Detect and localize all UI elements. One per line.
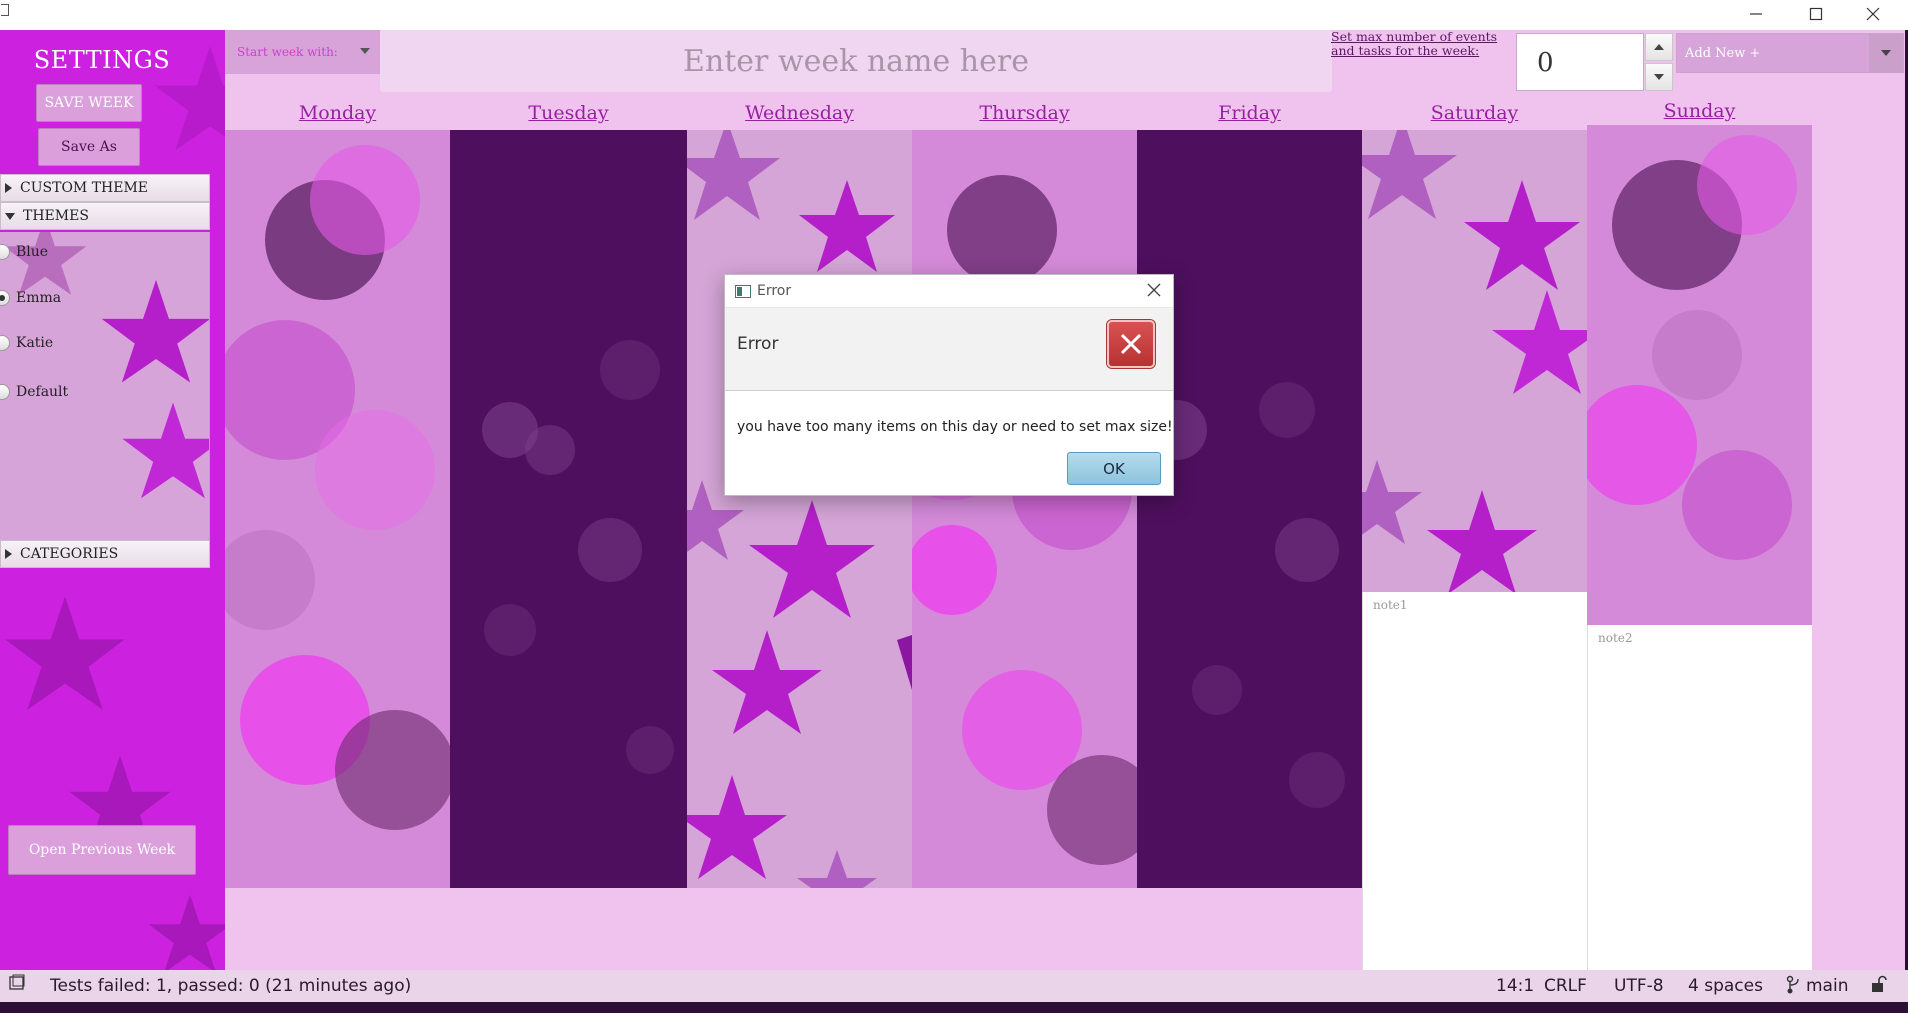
themes-label: THEMES (23, 208, 89, 224)
star-decoration (148, 894, 225, 970)
themes-section[interactable]: THEMES (0, 202, 210, 230)
dialog-header: Error (725, 307, 1173, 391)
dropdown-arrow-icon[interactable] (1869, 34, 1903, 72)
git-branch-icon (1786, 975, 1804, 1000)
max-items-label: Set max number of events and tasks for t… (1331, 29, 1498, 58)
radio-button[interactable] (0, 244, 10, 260)
dialog-header-text: Error (737, 334, 779, 354)
settings-sidebar: SETTINGS SAVE WEEK Save As CUSTOM THEME … (0, 30, 225, 970)
theme-option-label: Default (16, 384, 69, 400)
themes-panel: Blue Emma Katie Default (0, 232, 210, 546)
bokeh-background (1147, 382, 1345, 808)
day-label-sunday[interactable]: Sunday (1587, 100, 1812, 122)
cursor-position[interactable]: 14:1 (1496, 976, 1534, 996)
file-encoding[interactable]: UTF-8 (1614, 976, 1664, 996)
app-icon (1, 4, 9, 16)
radio-button[interactable] (0, 384, 10, 400)
stars-background (687, 130, 912, 888)
paint-splatter-background (1587, 135, 1797, 560)
custom-theme-label: CUSTOM THEME (20, 180, 149, 196)
test-results-status[interactable]: Tests failed: 1, passed: 0 (21 minutes a… (50, 976, 411, 996)
chevron-right-icon (5, 183, 12, 193)
paint-splatter-background (912, 175, 1137, 865)
spinner-down-icon[interactable] (1645, 63, 1673, 91)
day-column-monday[interactable] (225, 130, 450, 888)
save-week-button[interactable]: SAVE WEEK (36, 84, 142, 122)
chevron-right-icon (5, 549, 12, 559)
stars-background (1362, 130, 1587, 592)
error-icon (1107, 320, 1155, 368)
error-dialog: Error Error you have too many items on t… (724, 274, 1174, 496)
indent-setting[interactable]: 4 spaces (1688, 976, 1763, 996)
day-label-thursday[interactable]: Thursday (912, 102, 1137, 124)
week-name-input[interactable] (380, 30, 1332, 92)
bokeh-background (482, 340, 674, 774)
day-column-friday[interactable] (1137, 130, 1362, 888)
custom-theme-section[interactable]: CUSTOM THEME (0, 174, 210, 202)
categories-section[interactable]: CATEGORIES (0, 540, 210, 568)
maximize-icon[interactable] (1788, 0, 1844, 28)
dialog-title: Error (757, 283, 792, 299)
spinner-up-icon[interactable] (1645, 33, 1673, 61)
line-ending[interactable]: CRLF (1544, 976, 1587, 996)
star-decoration (122, 402, 209, 499)
lock-icon[interactable] (1870, 975, 1888, 998)
start-week-label: Start week with: (237, 45, 338, 59)
add-new-label: Add New + (1685, 46, 1761, 61)
planner-app: SETTINGS SAVE WEEK Save As CUSTOM THEME … (0, 30, 1905, 970)
ide-status-bar: Tests failed: 1, passed: 0 (21 minutes a… (0, 970, 1908, 1002)
theme-option-katie[interactable]: Katie (0, 335, 53, 351)
theme-option-label: Blue (16, 244, 49, 260)
open-previous-week-button[interactable]: Open Previous Week (8, 825, 196, 875)
day-label-friday[interactable]: Friday (1137, 102, 1362, 124)
minimize-icon[interactable] (1728, 0, 1784, 28)
window-icon (735, 284, 751, 298)
theme-option-emma[interactable]: Emma (0, 290, 61, 306)
save-as-button[interactable]: Save As (38, 128, 140, 166)
add-new-dropdown[interactable]: Add New + (1676, 33, 1904, 73)
theme-option-default[interactable]: Default (0, 384, 68, 400)
day-column-thursday[interactable] (912, 130, 1137, 888)
panel-toggle-icon[interactable] (8, 974, 26, 997)
close-icon[interactable] (1845, 0, 1901, 28)
day-label-wednesday[interactable]: Wednesday (687, 102, 912, 124)
window-titlebar (0, 0, 1908, 30)
theme-option-blue[interactable]: Blue (0, 244, 48, 260)
day-label-tuesday[interactable]: Tuesday (450, 102, 687, 124)
chevron-down-icon (5, 212, 15, 220)
dialog-message: you have too many items on this day or n… (737, 419, 1173, 435)
categories-label: CATEGORIES (20, 546, 119, 562)
day-label-monday[interactable]: Monday (225, 102, 450, 124)
day-label-saturday[interactable]: Saturday (1362, 102, 1587, 124)
day-column-sunday[interactable] (1587, 125, 1812, 625)
sunday-note[interactable]: note2 (1587, 625, 1812, 970)
dialog-titlebar: Error (735, 283, 791, 299)
star-decoration (101, 279, 209, 383)
dropdown-arrow-icon (360, 48, 370, 54)
git-branch[interactable]: main (1806, 976, 1848, 996)
settings-title: SETTINGS (33, 46, 171, 74)
paint-splatter-background (225, 145, 450, 830)
day-column-tuesday[interactable] (450, 130, 687, 888)
radio-button[interactable] (0, 335, 10, 351)
theme-option-label: Emma (16, 290, 62, 306)
max-items-spinner-field[interactable]: 0 (1516, 33, 1644, 91)
radio-button-selected[interactable] (0, 290, 10, 306)
close-icon[interactable] (1145, 281, 1163, 299)
saturday-note[interactable]: note1 (1362, 592, 1587, 970)
day-column-wednesday[interactable] (687, 130, 912, 888)
theme-option-label: Katie (16, 335, 54, 351)
start-week-dropdown[interactable]: Start week with: (225, 30, 380, 74)
taskbar-strip (0, 1002, 1908, 1013)
star-decoration (5, 596, 125, 710)
day-column-saturday[interactable] (1362, 130, 1587, 592)
ok-button[interactable]: OK (1067, 452, 1161, 485)
